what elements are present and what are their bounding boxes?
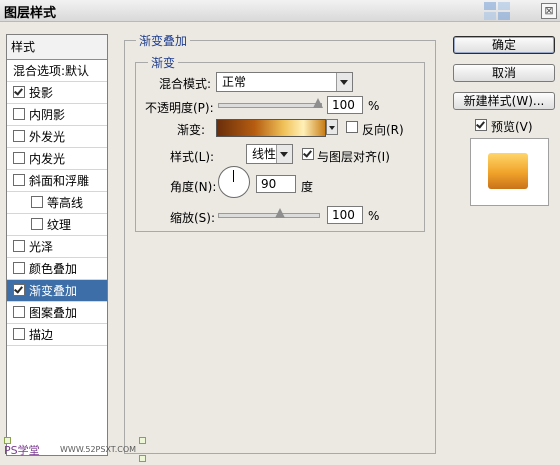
align-with-layer-checkbox[interactable]	[302, 148, 314, 160]
corner-marker	[139, 455, 146, 462]
opacity-slider[interactable]	[218, 103, 322, 108]
style-checkbox[interactable]	[13, 284, 25, 296]
ok-button[interactable]: 确定	[453, 36, 555, 54]
style-checkbox[interactable]	[13, 152, 25, 164]
style-list-item-label: 描边	[29, 328, 54, 342]
preview-label: 预览(V)	[491, 120, 533, 134]
scale-slider[interactable]	[218, 213, 320, 218]
style-list-item[interactable]: 颜色叠加	[7, 258, 107, 280]
style-list-item-label: 等高线	[47, 196, 84, 210]
opacity-slider-thumb[interactable]	[313, 98, 323, 108]
style-select[interactable]: 线性	[246, 144, 293, 164]
reverse-label: 反向(R)	[362, 123, 404, 137]
style-list-item[interactable]: 内阴影	[7, 104, 107, 126]
angle-label: 角度(N):	[170, 180, 217, 194]
preview-swatch	[488, 153, 528, 189]
watermark-logo: PS学堂	[4, 444, 40, 457]
blend-mode-value: 正常	[222, 75, 247, 89]
gradient-overlay-title: 渐变叠加	[136, 32, 191, 49]
title-bar: 图层样式 ⊠	[0, 0, 560, 22]
styles-list-header: 样式	[7, 35, 107, 60]
scale-slider-thumb[interactable]	[275, 208, 285, 218]
windows-logo-icon	[484, 2, 510, 20]
opacity-input[interactable]: 100	[327, 96, 363, 114]
scale-input[interactable]: 100	[327, 206, 363, 224]
scale-percent: %	[368, 209, 380, 223]
angle-unit: 度	[301, 180, 314, 194]
style-list-item[interactable]: 投影	[7, 82, 107, 104]
style-list-item-label: 内发光	[29, 152, 66, 166]
gradient-dropdown-button[interactable]	[326, 119, 338, 135]
style-list-item[interactable]: 纹理	[7, 214, 107, 236]
angle-dial-hand	[233, 170, 234, 182]
style-list-item-label: 图案叠加	[29, 306, 78, 320]
style-label: 样式(L):	[170, 150, 215, 164]
style-checkbox[interactable]	[13, 108, 25, 120]
corner-marker	[139, 437, 146, 444]
style-list-item-label: 光泽	[29, 240, 54, 254]
align-with-layer-label: 与图层对齐(I)	[317, 150, 390, 164]
style-checkbox[interactable]	[13, 328, 25, 340]
style-checkbox[interactable]	[13, 240, 25, 252]
style-list-item-label: 纹理	[47, 218, 72, 232]
window-title: 图层样式	[4, 6, 57, 21]
preview-checkbox[interactable]	[475, 119, 487, 131]
opacity-label: 不透明度(P):	[145, 101, 214, 115]
style-checkbox[interactable]	[31, 196, 43, 208]
gradient-label: 渐变:	[177, 123, 206, 137]
style-list-item-label: 斜面和浮雕	[29, 174, 90, 188]
style-checkbox[interactable]	[13, 262, 25, 274]
chevron-down-icon	[276, 145, 292, 163]
style-list-item-label: 投影	[29, 86, 54, 100]
cancel-button[interactable]: 取消	[453, 64, 555, 82]
style-checkbox[interactable]	[13, 174, 25, 186]
style-list-item[interactable]: 外发光	[7, 126, 107, 148]
style-list-item-label: 内阴影	[29, 108, 66, 122]
blend-mode-label: 混合模式:	[159, 77, 212, 91]
close-button[interactable]: ⊠	[541, 3, 557, 19]
gradient-swatch[interactable]	[216, 119, 326, 137]
style-list-item[interactable]: 渐变叠加	[7, 280, 107, 302]
style-checkbox[interactable]	[31, 218, 43, 230]
style-list-item[interactable]: 等高线	[7, 192, 107, 214]
chevron-down-icon	[336, 73, 352, 91]
style-list-item-label: 外发光	[29, 130, 66, 144]
blend-mode-select[interactable]: 正常	[216, 72, 353, 92]
style-checkbox[interactable]	[13, 130, 25, 142]
opacity-percent: %	[368, 99, 380, 113]
style-value: 线性	[252, 147, 277, 161]
style-checkbox[interactable]	[13, 306, 25, 318]
new-style-button[interactable]: 新建样式(W)...	[453, 92, 555, 110]
style-checkbox[interactable]	[13, 86, 25, 98]
style-list-item[interactable]: 混合选项:默认	[7, 60, 107, 82]
style-list-item-label: 颜色叠加	[29, 262, 78, 276]
gradient-subgroup-title: 渐变	[148, 54, 179, 71]
style-list-item-label: 混合选项:默认	[13, 64, 90, 78]
style-preview	[470, 138, 549, 206]
angle-input[interactable]: 90	[256, 175, 296, 193]
scale-label: 缩放(S):	[170, 211, 216, 225]
style-list-item[interactable]: 描边	[7, 324, 107, 346]
style-list-item[interactable]: 斜面和浮雕	[7, 170, 107, 192]
style-list-item-label: 渐变叠加	[29, 284, 78, 298]
style-list-item[interactable]: 图案叠加	[7, 302, 107, 324]
styles-list: 样式 混合选项:默认投影内阴影外发光内发光斜面和浮雕等高线纹理光泽颜色叠加渐变叠…	[6, 34, 108, 456]
watermark-url: WWW.52PSXT.COM	[60, 445, 137, 454]
style-list-item[interactable]: 内发光	[7, 148, 107, 170]
angle-dial[interactable]	[218, 166, 250, 198]
reverse-checkbox[interactable]	[346, 121, 358, 133]
style-list-item[interactable]: 光泽	[7, 236, 107, 258]
